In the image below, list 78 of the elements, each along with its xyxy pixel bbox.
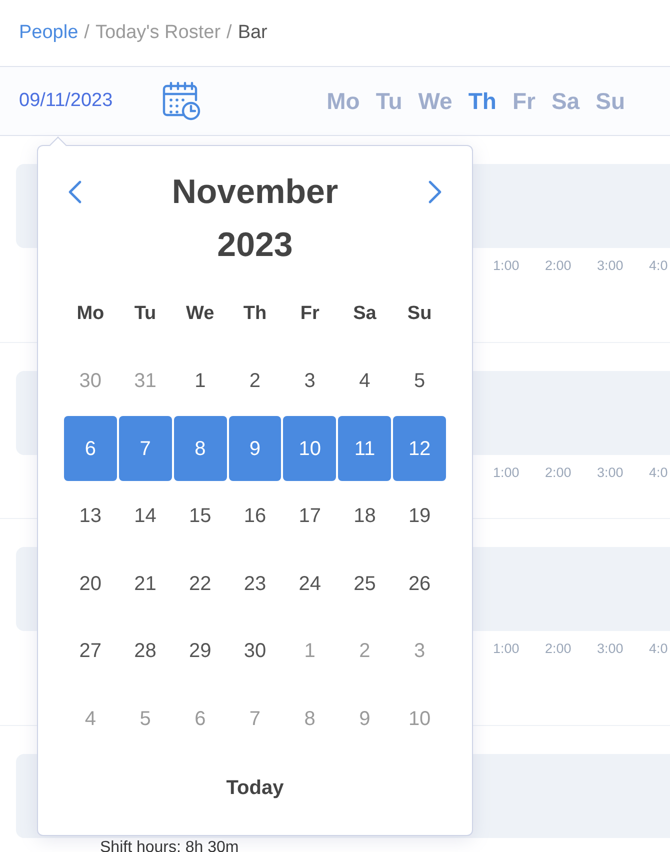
time-label: 2:00: [545, 640, 572, 658]
day-cell[interactable]: 24: [283, 551, 336, 616]
weekday-label: Sa: [352, 302, 378, 326]
day-cell[interactable]: 21: [118, 551, 172, 616]
time-label: 2:00: [545, 464, 572, 482]
day-cell[interactable]: 20: [64, 551, 117, 616]
time-label: 3:00: [597, 464, 624, 482]
day-cell[interactable]: 30: [228, 618, 282, 684]
time-label: 4:0: [649, 464, 669, 482]
time-label: 4:0: [649, 640, 669, 658]
day-cell[interactable]: 14: [118, 484, 172, 549]
day-cell[interactable]: 10: [393, 686, 446, 752]
time-label: 2:00: [545, 257, 572, 275]
time-label: 1:00: [493, 464, 520, 482]
day-cell[interactable]: 7: [228, 686, 282, 752]
day-cell[interactable]: 11: [338, 416, 392, 482]
weekday-tab[interactable]: Fr: [512, 84, 536, 118]
day-cell[interactable]: 15: [174, 484, 227, 549]
time-label: 1:00: [493, 257, 520, 275]
day-cell[interactable]: 5: [393, 348, 446, 414]
weekday-tab[interactable]: We: [418, 84, 452, 118]
day-cell[interactable]: 16: [228, 484, 282, 549]
time-label: 1:00: [493, 640, 520, 658]
day-cell[interactable]: 23: [228, 551, 282, 616]
weekday-label: Mo: [76, 302, 106, 326]
day-cell[interactable]: 2: [228, 348, 282, 414]
time-label: 4:0: [649, 257, 669, 275]
day-cell[interactable]: 17: [283, 484, 336, 549]
breadcrumb-separator: /: [226, 20, 232, 45]
day-cell[interactable]: 31: [118, 348, 172, 414]
day-cell[interactable]: 8: [174, 416, 227, 482]
day-cell[interactable]: 30: [64, 348, 117, 414]
calendar-clock-icon[interactable]: [162, 81, 202, 121]
day-cell[interactable]: 22: [174, 551, 227, 616]
day-cell[interactable]: 27: [64, 618, 117, 684]
day-cell[interactable]: 6: [64, 416, 117, 482]
weekday-label: Fr: [299, 302, 320, 326]
day-cell[interactable]: 13: [64, 484, 117, 549]
weekday-tab[interactable]: Sa: [551, 84, 580, 118]
day-cell[interactable]: 18: [338, 484, 392, 549]
day-cell[interactable]: 9: [228, 416, 282, 482]
day-cell[interactable]: 6: [174, 686, 227, 752]
day-cell[interactable]: 1: [283, 618, 336, 684]
day-cell[interactable]: 5: [118, 686, 172, 752]
day-cell[interactable]: 10: [283, 416, 336, 482]
day-cell[interactable]: 9: [338, 686, 392, 752]
weekday-label: Th: [242, 302, 268, 326]
weekday-tab[interactable]: Th: [468, 84, 496, 118]
day-cell[interactable]: 26: [393, 551, 446, 616]
breadcrumb-link[interactable]: People: [19, 18, 78, 48]
weekday-tab[interactable]: Tu: [376, 84, 402, 118]
shift-hours-text: Shift hours: 8h 30m: [99, 838, 240, 852]
day-cell[interactable]: 4: [338, 348, 392, 414]
breadcrumb-current: Bar: [238, 20, 268, 45]
weekday-label: Tu: [133, 302, 158, 326]
date-field[interactable]: 09/11/2023: [19, 86, 162, 116]
day-cell[interactable]: 7: [118, 416, 172, 482]
day-cell[interactable]: 25: [338, 551, 392, 616]
month-title: November 2023: [170, 172, 340, 266]
day-cell[interactable]: 3: [283, 348, 336, 414]
day-cell[interactable]: 4: [64, 686, 117, 752]
breadcrumb-item: Today's Roster: [95, 20, 221, 45]
time-label: 3:00: [597, 257, 624, 275]
breadcrumb-separator: /: [84, 20, 90, 45]
day-cell[interactable]: 8: [283, 686, 336, 752]
today-button[interactable]: Today: [218, 768, 292, 806]
day-cell[interactable]: 3: [393, 618, 446, 684]
day-cell[interactable]: 12: [393, 416, 446, 482]
day-cell[interactable]: 19: [393, 484, 446, 549]
weekday-label: We: [185, 302, 216, 326]
weekday-tab[interactable]: Su: [596, 84, 625, 118]
day-cell[interactable]: 29: [174, 618, 227, 684]
day-cell[interactable]: 2: [338, 618, 392, 684]
weekday-tab[interactable]: Mo: [326, 84, 360, 118]
time-label: 3:00: [597, 640, 624, 658]
day-cell[interactable]: 1: [174, 348, 227, 414]
day-cell[interactable]: 28: [118, 618, 172, 684]
weekday-label: Su: [406, 302, 433, 326]
